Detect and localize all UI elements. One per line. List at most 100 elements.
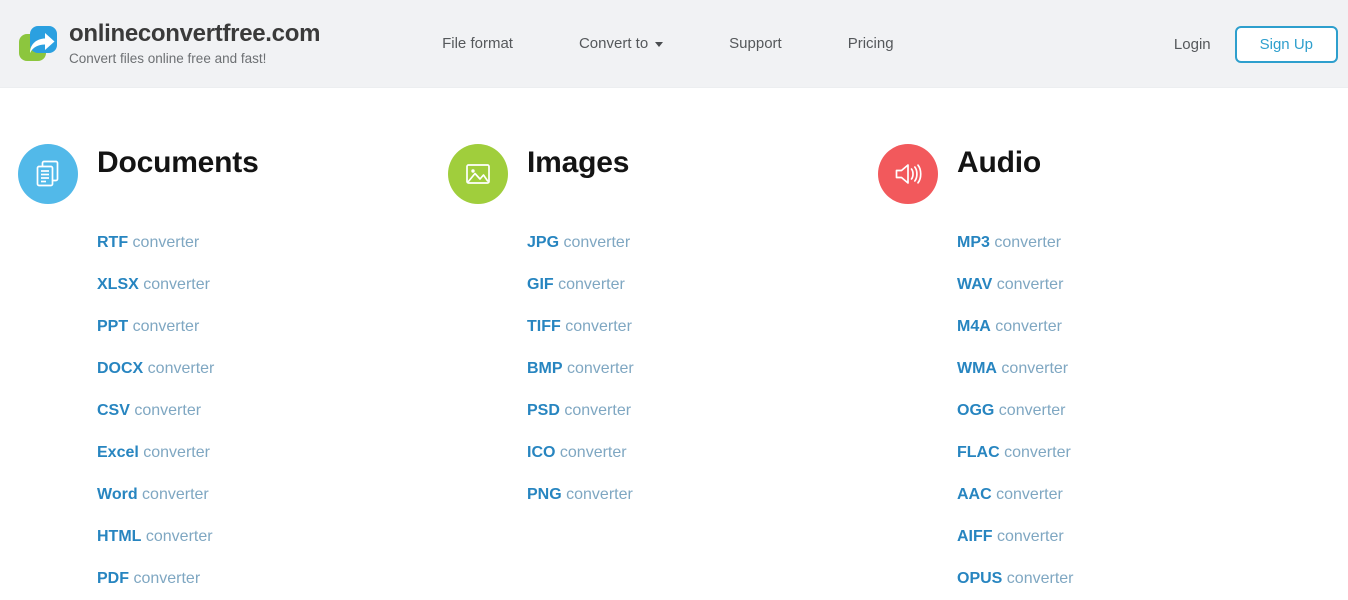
converter-link[interactable]: M4A converter — [957, 306, 1290, 348]
converter-link[interactable]: XLSX converter — [97, 264, 430, 306]
converter-suffix: converter — [138, 276, 210, 293]
list-item: WMA converter — [957, 348, 1290, 390]
converter-suffix: converter — [137, 486, 209, 503]
list-item: Word converter — [97, 474, 430, 516]
converter-format: WAV — [957, 276, 993, 293]
converter-suffix: converter — [990, 318, 1062, 335]
converter-link[interactable]: FLAC converter — [957, 432, 1290, 474]
converter-link[interactable]: CSV converter — [97, 390, 430, 432]
nav-item-label: Convert to — [578, 35, 649, 52]
converter-link[interactable]: RTF converter — [97, 222, 430, 264]
main-navigation: File format Convert to Support Pricing — [442, 27, 893, 60]
list-item: OPUS converter — [957, 558, 1290, 600]
converter-link[interactable]: HTML converter — [97, 516, 430, 558]
converter-link[interactable]: PNG converter — [527, 474, 860, 516]
converter-format: Excel — [97, 444, 139, 461]
converter-suffix: converter — [992, 528, 1064, 545]
converter-suffix: converter — [996, 360, 1069, 377]
site-header: onlineconvertfree.com Convert files onli… — [0, 0, 1348, 88]
brand-text: onlineconvertfree.com Convert files onli… — [69, 19, 321, 66]
converter-format: AAC — [957, 486, 992, 503]
converter-format: OPUS — [957, 570, 1003, 587]
converter-link[interactable]: TIFF converter — [527, 306, 860, 348]
sign-up-button[interactable]: Sign Up — [1234, 25, 1338, 63]
converter-format: JPG — [527, 234, 560, 251]
brand-title: onlineconvertfree.com — [69, 19, 321, 47]
converter-link[interactable]: OPUS converter — [957, 558, 1290, 600]
converter-suffix: converter — [559, 402, 632, 419]
nav-item-convert-to[interactable]: Convert to — [578, 27, 664, 60]
converter-suffix: converter — [555, 444, 627, 461]
converter-link[interactable]: BMP converter — [527, 348, 860, 390]
list-item: PNG converter — [527, 474, 860, 516]
converter-format: PSD — [527, 402, 560, 419]
converter-suffix: converter — [559, 234, 631, 251]
list-item: PSD converter — [527, 390, 860, 432]
converter-format: XLSX — [97, 276, 139, 293]
converter-format: PDF — [97, 570, 129, 587]
converter-format: PPT — [97, 318, 129, 335]
list-item: Excel converter — [97, 432, 430, 474]
converter-link[interactable]: JPG converter — [527, 222, 860, 264]
list-item: RTF converter — [97, 222, 430, 264]
converter-link[interactable]: GIF converter — [527, 264, 860, 306]
converter-suffix: converter — [989, 234, 1062, 251]
nav-item-file-format[interactable]: File format — [442, 27, 513, 60]
nav-item-support[interactable]: Support — [729, 27, 782, 60]
converter-format: FLAC — [957, 444, 1000, 461]
category-column-images: Images JPG converter GIF converter TIFF … — [430, 134, 860, 600]
converter-categories: Documents RTF converter XLSX converter P… — [0, 88, 1348, 600]
list-item: TIFF converter — [527, 306, 860, 348]
list-item: OGG converter — [957, 390, 1290, 432]
converter-suffix: converter — [562, 360, 634, 377]
converter-link[interactable]: Word converter — [97, 474, 430, 516]
converter-suffix: converter — [991, 486, 1063, 503]
converter-format: HTML — [97, 528, 142, 545]
converter-link[interactable]: PDF converter — [97, 558, 430, 600]
chevron-down-icon — [655, 42, 664, 47]
converter-link[interactable]: PSD converter — [527, 390, 860, 432]
converter-link[interactable]: WMA converter — [957, 348, 1290, 390]
converter-link[interactable]: PPT converter — [97, 306, 430, 348]
converter-link[interactable]: DOCX converter — [97, 348, 430, 390]
converter-format: DOCX — [97, 360, 144, 377]
converter-format: AIFF — [957, 528, 993, 545]
converter-suffix: converter — [143, 360, 215, 377]
converter-suffix: converter — [138, 444, 210, 461]
list-item: PPT converter — [97, 306, 430, 348]
list-item: MP3 converter — [957, 222, 1290, 264]
category-column-documents: Documents RTF converter XLSX converter P… — [0, 134, 430, 600]
converter-link-list: JPG converter GIF converter TIFF convert… — [527, 222, 860, 516]
converter-format: Word — [97, 486, 138, 503]
list-item: JPG converter — [527, 222, 860, 264]
converter-link[interactable]: MP3 converter — [957, 222, 1290, 264]
converter-link[interactable]: AAC converter — [957, 474, 1290, 516]
brand-tagline: Convert files online free and fast! — [69, 50, 267, 66]
converter-suffix: converter — [141, 528, 213, 545]
converter-link[interactable]: WAV converter — [957, 264, 1290, 306]
converter-link[interactable]: Excel converter — [97, 432, 430, 474]
login-link[interactable]: Login — [1174, 36, 1211, 53]
category-title: Images — [527, 146, 630, 179]
converter-suffix: converter — [999, 444, 1071, 461]
converter-link[interactable]: AIFF converter — [957, 516, 1290, 558]
nav-item-pricing[interactable]: Pricing — [848, 27, 894, 60]
converter-link[interactable]: OGG converter — [957, 390, 1290, 432]
category-column-audio: Audio MP3 converter WAV converter M4A co… — [860, 134, 1290, 600]
converter-link-list: RTF converter XLSX converter PPT convert… — [97, 222, 430, 600]
converter-format: GIF — [527, 276, 554, 293]
category-header: Audio — [878, 134, 1290, 204]
converter-format: RTF — [97, 234, 129, 251]
converter-suffix: converter — [553, 276, 625, 293]
converter-format: M4A — [957, 318, 991, 335]
list-item: WAV converter — [957, 264, 1290, 306]
converter-suffix: converter — [128, 318, 200, 335]
brand[interactable]: onlineconvertfree.com Convert files onli… — [18, 19, 321, 66]
audio-speaker-icon — [878, 144, 938, 204]
converter-suffix: converter — [1002, 570, 1074, 587]
list-item: HTML converter — [97, 516, 430, 558]
converter-link-list: MP3 converter WAV converter M4A converte… — [957, 222, 1290, 600]
converter-link[interactable]: ICO converter — [527, 432, 860, 474]
converter-suffix: converter — [560, 318, 632, 335]
converter-format: WMA — [957, 360, 997, 377]
